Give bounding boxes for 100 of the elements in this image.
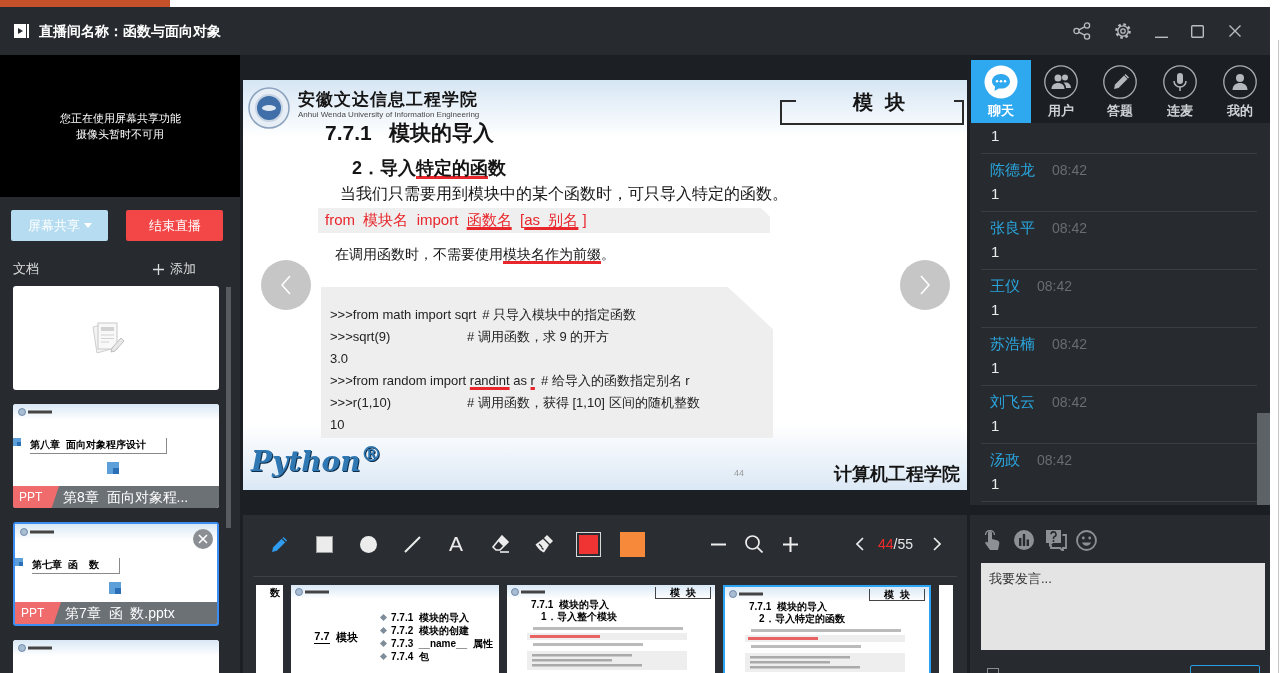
- user-name: 刘飞云: [990, 392, 1035, 412]
- close-icon[interactable]: [1229, 25, 1241, 37]
- thumbnail-item: 7.7.4 包: [391, 650, 429, 663]
- document-name: 第8章 面向对象程...: [63, 487, 189, 507]
- code-comment: # 给导入的函数指定别名 r: [540, 371, 690, 390]
- message-input[interactable]: 我要发言...: [981, 563, 1265, 650]
- message-text: 1: [991, 126, 1000, 146]
- smiley-icon[interactable]: [1076, 529, 1097, 551]
- thumbnail-title-number: 7.7: [314, 630, 330, 644]
- thumbnail-heading: 7.7.1 模块的导入: [749, 601, 827, 613]
- notice-text: 摄像头暂时不可用: [76, 127, 164, 142]
- thumbnail-item: 7.7.2 模块的创建: [391, 624, 469, 637]
- school-name: 安徽文达信息工程学院: [298, 88, 478, 110]
- tab[interactable]: 我的: [1210, 60, 1270, 123]
- section-title: 模 块: [853, 90, 905, 115]
- search-icon[interactable]: [745, 535, 763, 553]
- user-name: 张良平: [990, 218, 1035, 238]
- broom-icon[interactable]: [535, 535, 553, 553]
- user-name: 陈德龙: [990, 160, 1035, 180]
- user-name: 王仪: [990, 276, 1020, 296]
- thumbnail-tag: 模 块: [655, 587, 711, 599]
- zoom-in-icon[interactable]: [782, 536, 798, 552]
- chevron-left-icon: [281, 275, 291, 295]
- circle-icon[interactable]: [359, 535, 377, 553]
- message-time: 08:42: [1037, 277, 1073, 296]
- message-text: 1: [991, 300, 1000, 320]
- eraser-icon[interactable]: [490, 535, 510, 553]
- school-logo-drawing: [511, 588, 545, 596]
- message-text: 1: [991, 358, 1000, 378]
- thumbnail-heading: 7.7.1 模块的导入: [531, 599, 609, 611]
- tile-decoration-icon: [15, 558, 23, 566]
- users-icon: [1043, 65, 1078, 99]
- diamond-bullet-icon: [379, 613, 388, 622]
- question-icon[interactable]: [1045, 529, 1067, 551]
- school-logo-drawing: [20, 528, 54, 536]
- thumbnail-subheading: 2．导入特定的函数: [759, 613, 845, 625]
- slide-footer: 计算机工程学院: [834, 463, 960, 485]
- chevron-right-icon: [920, 275, 930, 295]
- settings-icon[interactable]: [1114, 22, 1132, 40]
- school-logo-drawing: [729, 590, 763, 598]
- slide-title: 第七章 函 数: [32, 558, 120, 574]
- hand-pointer-icon[interactable]: [983, 529, 1001, 551]
- message-text: 1: [991, 242, 1000, 262]
- slide-paragraph: 当我们只需要用到模块中的某个函数时，可只导入特定的函数。: [340, 184, 788, 204]
- caret-down-icon: [83, 223, 92, 228]
- message-time: 08:42: [1052, 393, 1088, 412]
- user-name: 汤政: [990, 450, 1020, 470]
- diamond-bullet-icon: [379, 626, 388, 635]
- chevron-left-icon[interactable]: [856, 537, 864, 551]
- diamond-bullet-icon: [379, 639, 388, 648]
- scrollbar[interactable]: [1257, 413, 1270, 505]
- slide-thumbnail[interactable]: 7.7 模块 7.7.1 模块的导入 7.7.2 模块的创建 7.7.3 __name__ 属性 7.7.4 包: [291, 585, 499, 673]
- tile-decoration-icon: [109, 582, 121, 594]
- slide-thumbnail[interactable]: 数: [256, 585, 283, 673]
- slide-thumbnail[interactable]: 模 块 7.7.1 模块的导入 1．导入整个模块: [507, 585, 715, 673]
- chevron-right-icon[interactable]: [933, 537, 942, 551]
- user-name: 苏浩楠: [990, 334, 1035, 354]
- code-text: >>>from math import sqrt: [330, 305, 477, 324]
- tile-decoration-icon: [13, 438, 21, 446]
- poll-icon[interactable]: [1014, 530, 1034, 550]
- tab[interactable]: 用户: [1030, 60, 1091, 123]
- message-time: 08:42: [1037, 451, 1073, 470]
- document-card[interactable]: 第七章 函 数 PPT 第7章 函 数.pptx: [13, 522, 219, 626]
- message-text: 1: [991, 184, 1000, 204]
- tab[interactable]: 答题: [1090, 60, 1151, 123]
- thumbnail-item: 7.7.3 __name__ 属性: [391, 637, 493, 650]
- square-icon[interactable]: [315, 535, 333, 553]
- share-icon[interactable]: [1073, 22, 1091, 40]
- thumbnail-tag: 模 块: [869, 589, 925, 601]
- code-comment: # 调用函数，获得 [1,10] 区间的随机整数: [467, 393, 700, 412]
- tile-decoration-icon: [107, 462, 119, 474]
- school-emblem-icon: [247, 87, 291, 129]
- thumbnail-heading: 数: [270, 587, 280, 599]
- code-text: >>>from random import randint as r: [330, 371, 535, 390]
- end-stream-button[interactable]: 结束直播: [126, 210, 223, 241]
- play-icon: [14, 23, 30, 39]
- slide-paragraph: 在调用函数时，不需要使用模块名作为前缀。: [335, 246, 615, 264]
- color-swatch[interactable]: [619, 531, 645, 557]
- diamond-bullet-icon: [379, 652, 388, 661]
- text-tool[interactable]: A: [449, 533, 463, 555]
- page-number: 44: [734, 468, 744, 478]
- pen-icon[interactable]: [270, 534, 290, 554]
- school-logo-drawing: [18, 644, 52, 652]
- window-title: 直播间名称：函数与面向对象: [39, 21, 221, 41]
- slide-thumbnail[interactable]: 模 块 7.7.1 模块的导入 2．导入特定的函数: [723, 585, 931, 673]
- message-time: 08:42: [1052, 335, 1088, 354]
- add-button[interactable]: 添加: [153, 259, 196, 279]
- page-counter: 44/55: [878, 534, 914, 554]
- message-time: 08:42: [1052, 161, 1088, 180]
- section-title: 文档: [13, 260, 39, 279]
- maximize-icon[interactable]: [1191, 24, 1204, 38]
- line-icon[interactable]: [403, 535, 421, 553]
- message-text: 1: [991, 474, 1000, 494]
- document-card[interactable]: 第八章 面向对象程序设计 PPT 第8章 面向对象程...: [13, 404, 219, 508]
- thumbnail-subheading: 1．导入整个模块: [541, 611, 617, 623]
- color-swatch[interactable]: [575, 531, 601, 557]
- school-logo-drawing: [295, 588, 329, 596]
- scrollbar[interactable]: [226, 287, 231, 528]
- school-logo-drawing: [18, 408, 52, 416]
- tab[interactable]: 连麦: [1150, 60, 1211, 123]
